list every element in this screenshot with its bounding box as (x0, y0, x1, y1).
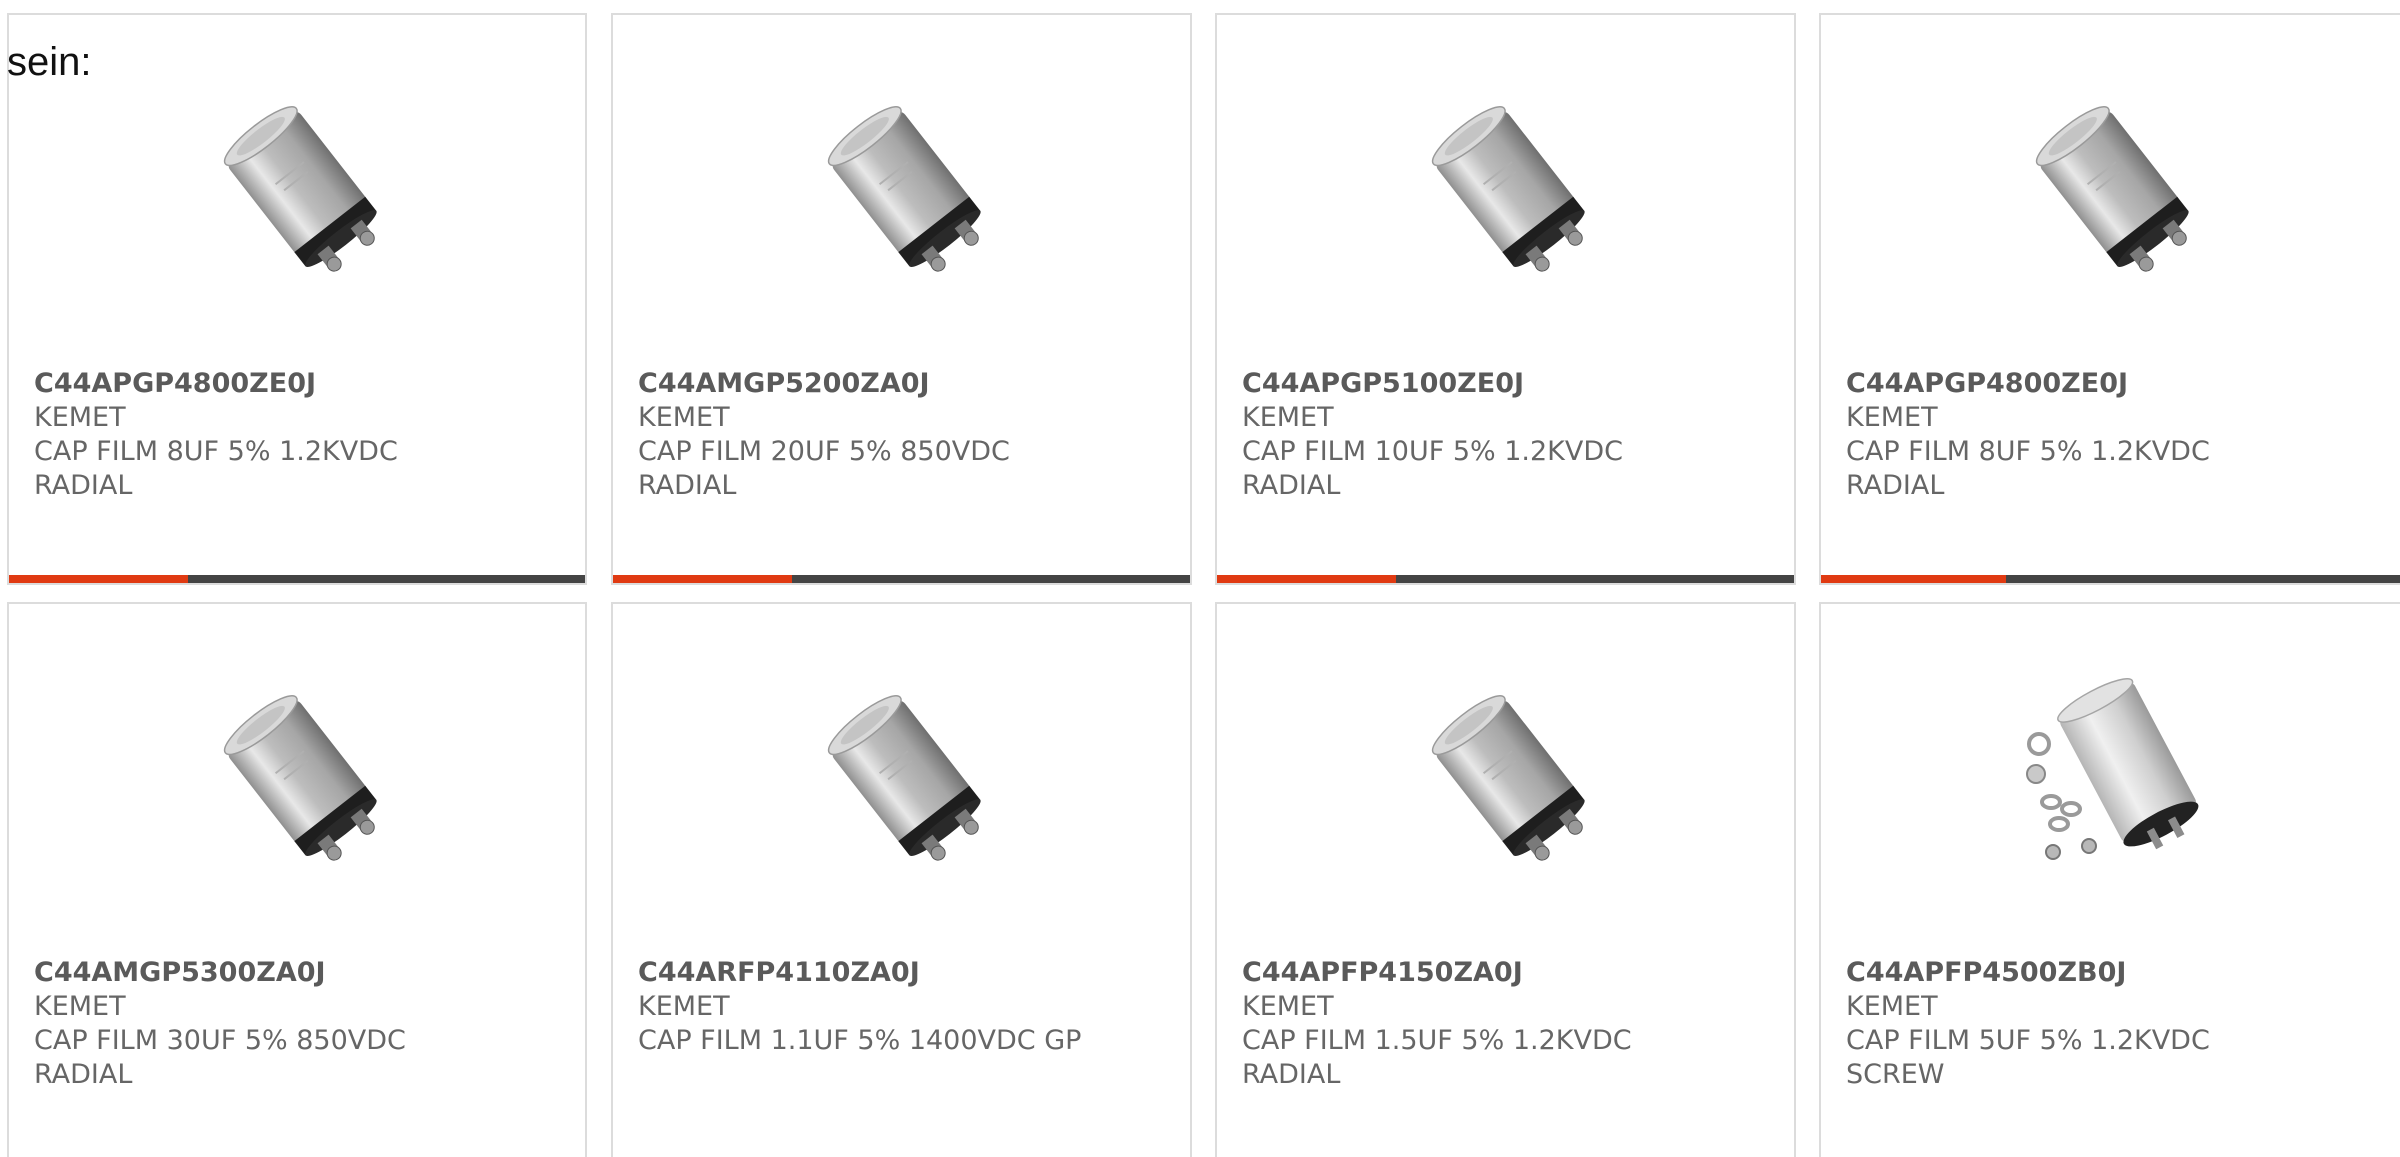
capacitor-image[interactable] (1407, 85, 1607, 285)
product-info: C44APGP4800ZE0J KEMET CAP FILM 8UF 5% 1.… (34, 367, 565, 503)
progress-bar (613, 575, 1190, 583)
manufacturer: KEMET (1846, 402, 1938, 433)
manufacturer: KEMET (638, 991, 730, 1022)
product-info: C44AMGP5200ZA0J KEMET CAP FILM 20UF 5% 8… (638, 367, 1170, 503)
capacitor-image[interactable] (199, 85, 399, 285)
package-type: RADIAL (1846, 470, 1945, 501)
product-card[interactable]: C44AMGP5200ZA0J KEMET CAP FILM 20UF 5% 8… (611, 13, 1192, 585)
product-card[interactable]: C44APGP4800ZE0J KEMET CAP FILM 8UF 5% 1.… (7, 13, 587, 585)
progress-fill (1821, 575, 2006, 583)
package-type: RADIAL (638, 470, 737, 501)
package-type: RADIAL (34, 470, 133, 501)
part-number-link[interactable]: C44APGP4800ZE0J (34, 367, 565, 401)
progress-bar (9, 575, 585, 583)
package-type: RADIAL (1242, 470, 1341, 501)
progress-bar (1217, 575, 1794, 583)
manufacturer: KEMET (34, 991, 126, 1022)
manufacturer: KEMET (638, 402, 730, 433)
progress-bar (1821, 575, 2400, 583)
part-number-link[interactable]: C44AMGP5300ZA0J (34, 956, 565, 990)
description: CAP FILM 20UF 5% 850VDC (638, 436, 1010, 467)
description: CAP FILM 10UF 5% 1.2KVDC (1242, 436, 1624, 467)
part-number-link[interactable]: C44AMGP5200ZA0J (638, 367, 1170, 401)
product-card[interactable]: C44APFP4500ZB0J KEMET CAP FILM 5UF 5% 1.… (1819, 602, 2400, 1157)
product-info: C44APFP4500ZB0J KEMET CAP FILM 5UF 5% 1.… (1846, 956, 2397, 1092)
product-info: C44ARFP4110ZA0J KEMET CAP FILM 1.1UF 5% … (638, 956, 1170, 1058)
part-number-link[interactable]: C44ARFP4110ZA0J (638, 956, 1170, 990)
part-number-link[interactable]: C44APGP4800ZE0J (1846, 367, 2397, 401)
product-info: C44AMGP5300ZA0J KEMET CAP FILM 30UF 5% 8… (34, 956, 565, 1092)
capacitor-image[interactable] (1407, 674, 1607, 874)
progress-fill (9, 575, 188, 583)
description: CAP FILM 8UF 5% 1.2KVDC (1846, 436, 2210, 467)
product-card[interactable]: C44APFP4150ZA0J KEMET CAP FILM 1.5UF 5% … (1215, 602, 1796, 1157)
intro-text: sein: (7, 40, 92, 84)
description: CAP FILM 30UF 5% 850VDC (34, 1025, 406, 1056)
description: CAP FILM 1.1UF 5% 1400VDC GP (638, 1025, 1082, 1056)
part-number-link[interactable]: C44APFP4150ZA0J (1242, 956, 1774, 990)
capacitor-image[interactable] (2011, 85, 2211, 285)
product-info: C44APFP4150ZA0J KEMET CAP FILM 1.5UF 5% … (1242, 956, 1774, 1092)
screw-capacitor-image[interactable] (2011, 674, 2211, 874)
product-card[interactable]: C44APGP5100ZE0J KEMET CAP FILM 10UF 5% 1… (1215, 13, 1796, 585)
capacitor-image[interactable] (803, 85, 1003, 285)
product-info: C44APGP5100ZE0J KEMET CAP FILM 10UF 5% 1… (1242, 367, 1774, 503)
capacitor-image[interactable] (199, 674, 399, 874)
product-card[interactable]: C44ARFP4110ZA0J KEMET CAP FILM 1.1UF 5% … (611, 602, 1192, 1157)
description: CAP FILM 5UF 5% 1.2KVDC (1846, 1025, 2210, 1056)
product-info: C44APGP4800ZE0J KEMET CAP FILM 8UF 5% 1.… (1846, 367, 2397, 503)
part-number-link[interactable]: C44APGP5100ZE0J (1242, 367, 1774, 401)
progress-fill (613, 575, 792, 583)
product-card[interactable]: C44AMGP5300ZA0J KEMET CAP FILM 30UF 5% 8… (7, 602, 587, 1157)
capacitor-image[interactable] (803, 674, 1003, 874)
product-grid-page: sein: C44APGP4800ZE0J KEMET CAP FILM 8UF… (0, 0, 2400, 1157)
package-type: RADIAL (34, 1059, 133, 1090)
description: CAP FILM 1.5UF 5% 1.2KVDC (1242, 1025, 1632, 1056)
progress-fill (1217, 575, 1396, 583)
manufacturer: KEMET (1242, 402, 1334, 433)
manufacturer: KEMET (34, 402, 126, 433)
manufacturer: KEMET (1242, 991, 1334, 1022)
description: CAP FILM 8UF 5% 1.2KVDC (34, 436, 398, 467)
package-type: SCREW (1846, 1059, 1945, 1090)
package-type: RADIAL (1242, 1059, 1341, 1090)
part-number-link[interactable]: C44APFP4500ZB0J (1846, 956, 2397, 990)
manufacturer: KEMET (1846, 991, 1938, 1022)
product-card[interactable]: C44APGP4800ZE0J KEMET CAP FILM 8UF 5% 1.… (1819, 13, 2400, 585)
